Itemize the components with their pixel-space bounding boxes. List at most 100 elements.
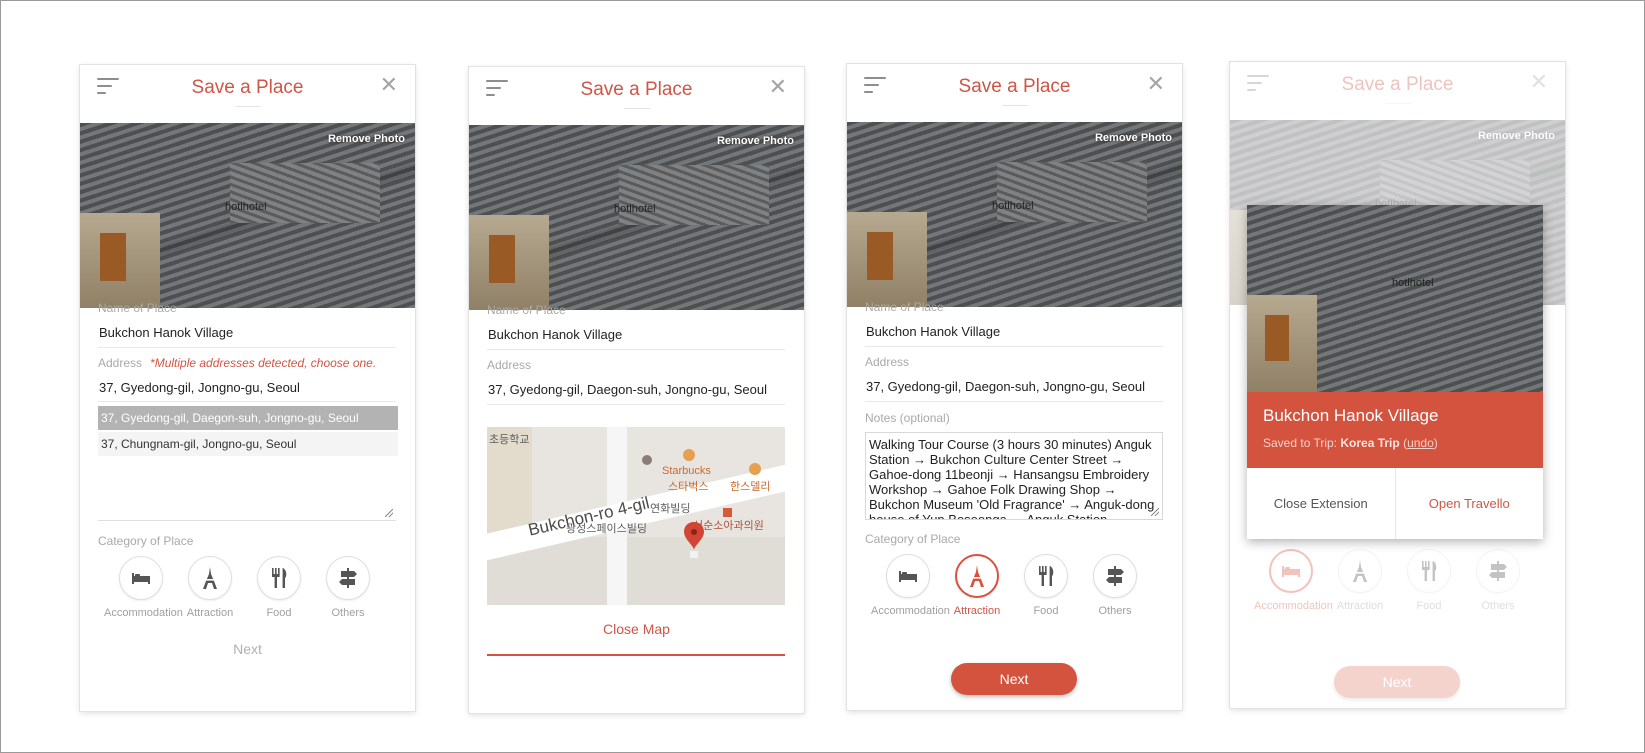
saved-trip-line: Saved to Trip: Korea Trip (undo) <box>1263 436 1438 450</box>
trip-name[interactable]: Korea Trip <box>1340 436 1399 450</box>
next-button[interactable]: Next <box>951 663 1077 695</box>
close-extension-button[interactable]: Close Extension <box>1247 468 1396 539</box>
notes-field[interactable] <box>98 457 396 521</box>
place-photo: hotlhotel Remove Photo <box>469 125 804 310</box>
photo-watermark: hotlhotel <box>225 201 267 213</box>
panel-header: Save a Place ✕ <box>469 67 804 125</box>
photo-watermark: hotlhotel <box>992 200 1034 212</box>
restaurant-icon <box>749 463 761 475</box>
photo-roof <box>230 163 380 223</box>
save-place-panel-notes: Save a Place ✕ hotlhotel Remove Photo Na… <box>847 64 1182 710</box>
photo-door <box>1265 315 1289 361</box>
fork-knife-icon <box>1407 549 1451 593</box>
name-divider <box>865 346 1163 347</box>
address-field[interactable]: 37, Gyedong-gil, Jongno-gu, Seoul <box>99 380 300 395</box>
name-field[interactable]: Bukchon Hanok Village <box>866 324 1000 339</box>
open-travello-button[interactable]: Open Travello <box>1396 468 1544 539</box>
resize-handle-icon[interactable] <box>385 509 393 517</box>
eiffel-tower-icon <box>188 556 232 600</box>
title-divider <box>1002 105 1028 106</box>
save-place-panel-address-choice: Save a Place ✕ hotlhotel Remove Photo Na… <box>80 65 415 711</box>
panel-header: Save a Place ✕ <box>847 64 1182 122</box>
bed-icon <box>886 554 930 598</box>
saved-place-photo: hotlhotel <box>1247 205 1543 392</box>
photo-watermark: hotlhotel <box>614 203 656 215</box>
name-label: Name of Place <box>98 301 177 315</box>
category-attraction[interactable]: Attraction <box>940 554 1014 617</box>
address-divider <box>865 401 1163 402</box>
category-food[interactable]: Food <box>1392 549 1466 612</box>
category-others[interactable]: Others <box>311 556 385 619</box>
close-map-button[interactable]: Close Map <box>469 621 804 637</box>
map-pin-icon[interactable] <box>684 522 704 563</box>
name-field[interactable]: Bukchon Hanok Village <box>488 327 622 342</box>
category-accommodation[interactable]: Accommodation <box>1254 549 1333 612</box>
eiffel-tower-icon <box>955 554 999 598</box>
next-button[interactable]: Next <box>80 641 415 657</box>
category-attraction[interactable]: Attraction <box>173 556 247 619</box>
close-icon[interactable]: ✕ <box>380 74 398 96</box>
close-icon[interactable]: ✕ <box>1147 73 1165 95</box>
category-label: Category of Place <box>98 534 194 548</box>
category-selector: Accommodation Attraction Food Others <box>865 554 1165 624</box>
category-accommodation[interactable]: Accommodation <box>104 556 183 619</box>
photo-door <box>867 232 893 280</box>
hospital-icon <box>723 508 732 517</box>
map-label-building: 연화빌딩 <box>650 503 691 515</box>
map-label-starbucks-ko: 스타벅스 <box>668 481 709 493</box>
address-field[interactable]: 37, Gyedong-gil, Daegon-suh, Jongno-gu, … <box>866 379 1145 394</box>
category-name: Accommodation <box>1254 600 1333 612</box>
category-others[interactable]: Others <box>1461 549 1535 612</box>
next-button[interactable]: Next <box>1334 666 1460 698</box>
saved-banner: Bukchon Hanok Village Saved to Trip: Kor… <box>1247 392 1543 468</box>
map-label-building: 광성스페이스빌딩 <box>566 523 647 535</box>
notes-text: Walking Tour Course (3 hours 30 minutes)… <box>869 437 1155 520</box>
category-accommodation[interactable]: Accommodation <box>871 554 950 617</box>
fork-knife-icon <box>1024 554 1068 598</box>
address-option[interactable]: 37, Chungnam-gil, Jongno-gu, Seoul <box>98 432 398 456</box>
name-field[interactable]: Bukchon Hanok Village <box>99 325 233 340</box>
address-field[interactable]: 37, Gyedong-gil, Daegon-suh, Jongno-gu, … <box>488 382 767 397</box>
category-food[interactable]: Food <box>242 556 316 619</box>
saved-place-name: Bukchon Hanok Village <box>1263 406 1439 425</box>
location-map[interactable]: Bukchon-ro 4-gil 초등학교 Starbucks 스타벅스 한스델… <box>487 427 785 605</box>
page-title: Save a Place <box>1341 74 1454 95</box>
category-name: Others <box>331 607 365 619</box>
bed-icon <box>1269 549 1313 593</box>
title-divider <box>235 106 261 107</box>
category-name: Others <box>1481 600 1515 612</box>
close-icon[interactable]: ✕ <box>769 76 787 98</box>
undo-link[interactable]: undo <box>1407 436 1434 450</box>
place-photo: hotlhotel Remove Photo <box>80 123 415 308</box>
signpost-icon <box>1093 554 1137 598</box>
signpost-icon <box>1476 549 1520 593</box>
poi-icon <box>642 455 652 465</box>
photo-watermark: hotlhotel <box>1392 277 1434 289</box>
remove-photo-button[interactable]: Remove Photo <box>328 133 405 145</box>
photo-roof <box>619 165 769 225</box>
category-name: Attraction <box>186 607 234 619</box>
bed-icon <box>119 556 163 600</box>
name-label: Name of Place <box>487 303 566 317</box>
photo-roof <box>997 162 1147 222</box>
address-option[interactable]: 37, Gyedong-gil, Daegon-suh, Jongno-gu, … <box>98 406 398 430</box>
page-title: Save a Place <box>958 76 1071 97</box>
save-place-panel-saved: Save a Place ✕ hotlhotel Remove Photo Ca… <box>1230 62 1565 708</box>
map-label-starbucks: Starbucks <box>662 465 711 477</box>
title-divider <box>624 108 650 109</box>
fork-knife-icon <box>257 556 301 600</box>
category-others[interactable]: Others <box>1078 554 1152 617</box>
map-label-school: 초등학교 <box>489 434 530 446</box>
title-divider <box>1385 103 1411 104</box>
address-label: Address <box>487 358 532 372</box>
close-icon[interactable]: ✕ <box>1530 71 1548 93</box>
notes-field[interactable]: Walking Tour Course (3 hours 30 minutes)… <box>865 432 1163 520</box>
resize-handle-icon[interactable] <box>1151 508 1159 516</box>
category-attraction[interactable]: Attraction <box>1323 549 1397 612</box>
remove-photo-button[interactable]: Remove Photo <box>1478 130 1555 142</box>
category-food[interactable]: Food <box>1009 554 1083 617</box>
address-divider <box>98 401 396 402</box>
remove-photo-button[interactable]: Remove Photo <box>717 135 794 147</box>
save-place-panel-map: Save a Place ✕ hotlhotel Remove Photo Na… <box>469 67 804 713</box>
remove-photo-button[interactable]: Remove Photo <box>1095 132 1172 144</box>
